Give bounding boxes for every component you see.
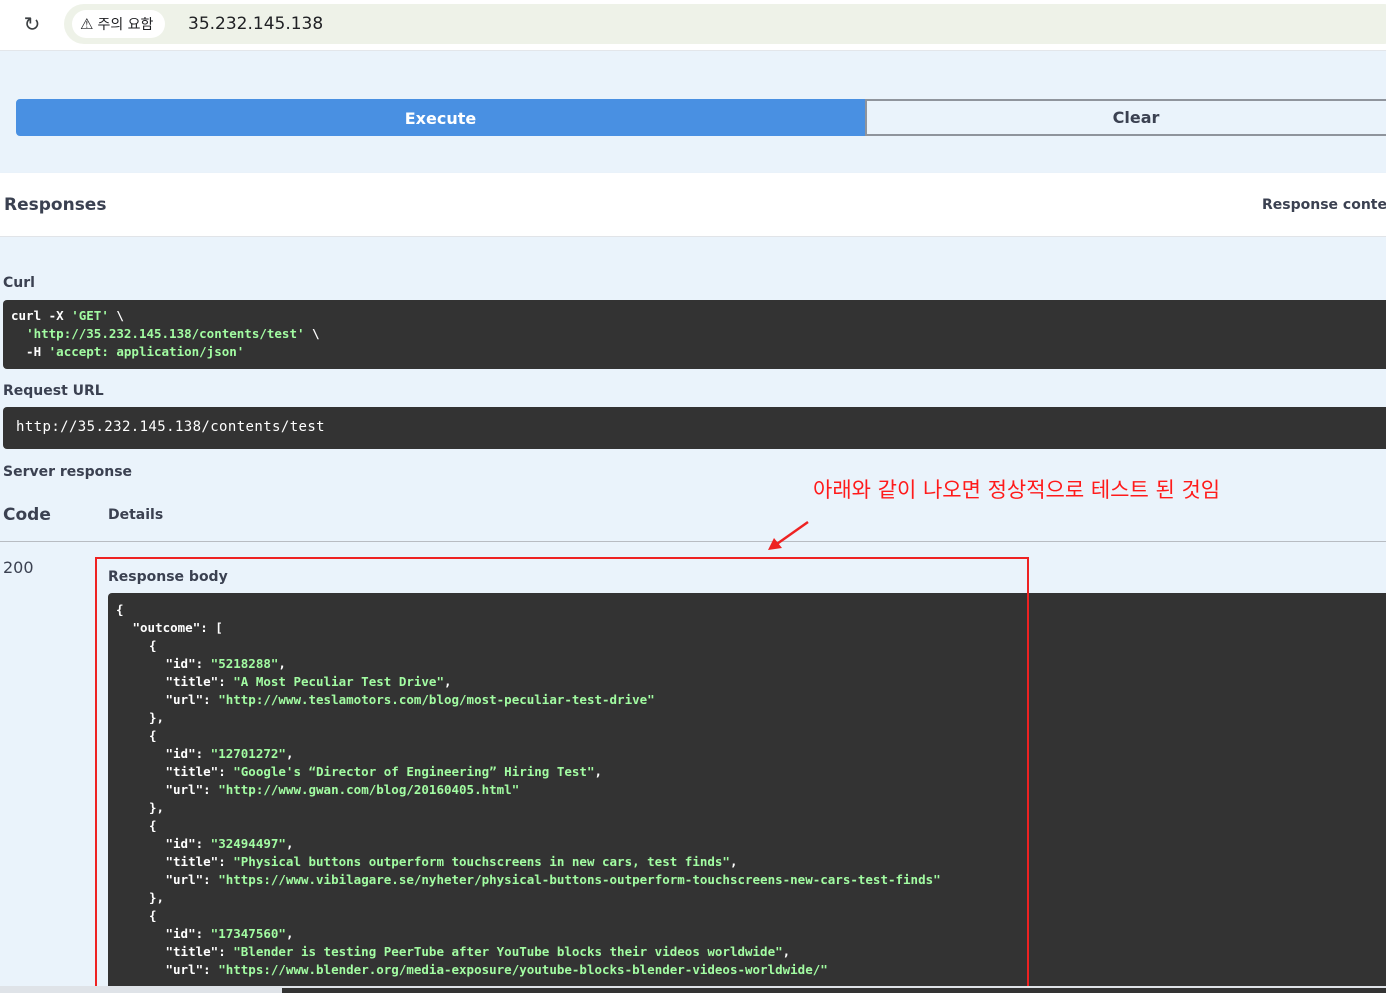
curl-line: -H 'accept: application/json' — [11, 343, 244, 361]
responses-header: Responses Response content — [0, 173, 1386, 237]
request-url-block[interactable]: http://35.232.145.138/contents/test — [3, 407, 1386, 449]
scrollbar-track — [282, 988, 1386, 993]
curl-command-text — [11, 326, 26, 341]
curl-string: 'GET' — [71, 308, 109, 323]
response-content-type-label: Response content — [1262, 197, 1386, 213]
responses-title: Responses — [4, 195, 107, 215]
security-warning-label: 주의 요함 — [97, 17, 154, 33]
curl-line: curl -X 'GET' \ — [11, 307, 124, 325]
server-response-label: Server response — [3, 464, 133, 480]
response-status-code: 200 — [3, 558, 34, 577]
column-code-header: Code — [3, 505, 51, 525]
table-divider — [0, 541, 1386, 542]
address-bar[interactable]: ⚠ 주의 요함 35.232.145.138 — [64, 4, 1386, 44]
curl-line-tail: \ — [108, 308, 124, 323]
annotation-text: 아래와 같이 나오면 정상적으로 테스트 된 것임 — [813, 478, 1221, 502]
annotation-highlight-box — [95, 557, 1029, 990]
browser-toolbar: ↻ ⚠ 주의 요함 35.232.145.138 — [0, 0, 1386, 51]
curl-line-tail: \ — [304, 326, 320, 341]
horizontal-scrollbar[interactable] — [0, 986, 1386, 993]
reload-icon[interactable]: ↻ — [20, 12, 44, 36]
request-url-label: Request URL — [3, 383, 104, 399]
curl-label: Curl — [3, 275, 35, 291]
execute-section: Execute Clear — [0, 51, 1386, 173]
curl-line: 'http://35.232.145.138/contents/test' \ — [11, 325, 320, 343]
curl-command-text: -H — [11, 344, 49, 359]
column-details-header: Details — [108, 507, 164, 523]
curl-command-text: curl -X — [11, 308, 72, 323]
annotation-arrow-icon — [768, 520, 809, 550]
curl-string: 'accept: application/json' — [48, 344, 245, 359]
warning-icon: ⚠ — [80, 15, 94, 33]
execute-button[interactable]: Execute — [16, 99, 865, 136]
request-url-value[interactable]: http://35.232.145.138/contents/test — [16, 419, 325, 435]
curl-code-block[interactable]: curl -X 'GET' \ 'http://35.232.145.138/c… — [3, 300, 1386, 369]
address-text[interactable]: 35.232.145.138 — [188, 13, 323, 35]
security-chip[interactable]: ⚠ 주의 요함 — [72, 10, 166, 38]
clear-button[interactable]: Clear — [865, 99, 1386, 136]
curl-string: 'http://35.232.145.138/contents/test' — [26, 326, 305, 341]
